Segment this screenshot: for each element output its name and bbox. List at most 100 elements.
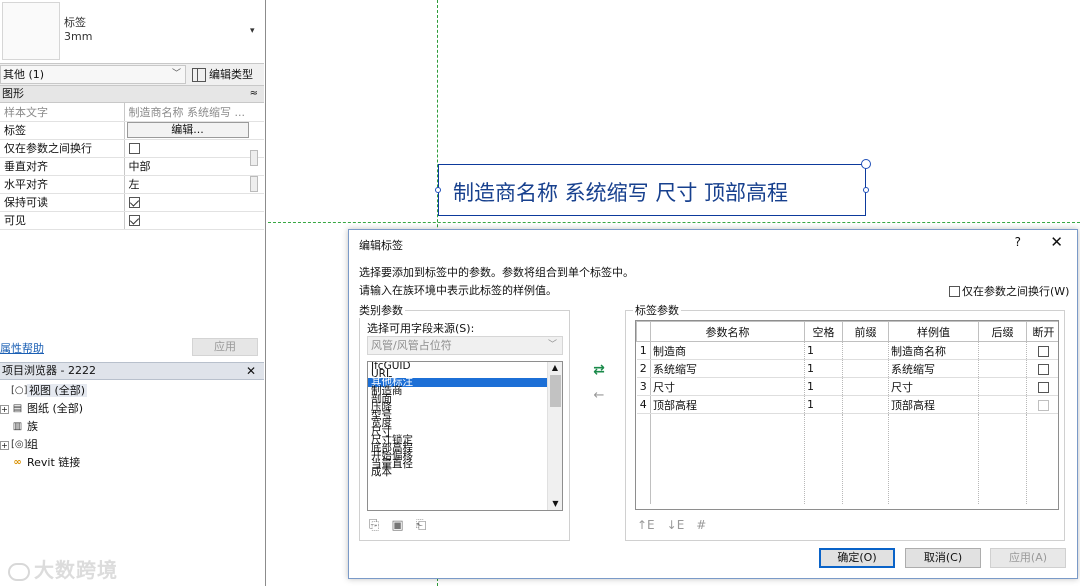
type-selector[interactable]: 标签 3mm ▾ [0, 0, 264, 64]
edit-parameter-icon[interactable]: ▣ [391, 518, 403, 533]
cell-name[interactable]: 制造商 [650, 341, 805, 360]
remove-parameter-arrow-icon[interactable]: ← [589, 388, 609, 403]
break-checkbox[interactable] [1038, 345, 1049, 357]
cell-sample[interactable]: 系统缩写 [888, 359, 979, 378]
field-list-item[interactable]: 型号 [368, 410, 562, 421]
cell-prefix[interactable] [842, 395, 889, 414]
table-row[interactable]: 2 系统缩写 1 系统缩写 [636, 359, 1058, 378]
rotate-handle-icon[interactable] [861, 159, 871, 169]
property-value[interactable]: 编辑... [124, 121, 264, 140]
cell-name[interactable]: 顶部高程 [650, 395, 805, 414]
cell-break[interactable] [1026, 359, 1058, 378]
field-list-item[interactable]: IfcGUID [368, 362, 562, 371]
table-row[interactable]: 1 制造商 1 制造商名称 [636, 341, 1058, 360]
cell-index: 2 [636, 359, 651, 378]
cell-suffix[interactable] [978, 395, 1027, 414]
scroll-up-icon[interactable]: ▲ [548, 362, 562, 374]
label-right-grip-icon[interactable] [863, 187, 869, 193]
edit-label-button[interactable]: 编辑... [126, 122, 249, 138]
browser-tree-item[interactable]: +▥族 [0, 418, 264, 436]
field-list-item[interactable]: 宽度 [368, 418, 562, 429]
property-value[interactable] [124, 211, 264, 230]
column-header: 参数名称 [650, 321, 805, 342]
property-checkbox[interactable] [128, 143, 140, 154]
table-row[interactable]: 3 尺寸 1 尺寸 [636, 377, 1058, 396]
break-checkbox[interactable] [1038, 399, 1049, 411]
browser-tree-label: Revit 链接 [27, 456, 81, 469]
field-list-item[interactable]: 压降 [368, 402, 562, 413]
type-preview-image [2, 2, 60, 60]
cell-space[interactable]: 1 [804, 395, 843, 414]
copy-parameter-icon[interactable]: ⎗ [416, 518, 426, 533]
close-icon[interactable]: ✕ [246, 363, 256, 379]
field-list-item[interactable]: 当量直径 [368, 459, 562, 470]
available-fields-list[interactable]: IfcGUID URL 其他标注 制造商 剖面 压降 型号 宽度 尺寸 尺寸锁定 底部高程 开始偏移当… [367, 361, 563, 511]
cell-sample[interactable]: 顶部高程 [888, 395, 979, 414]
cell-prefix[interactable] [842, 359, 889, 378]
scroll-down-icon[interactable]: ▼ [548, 498, 562, 510]
cell-break[interactable] [1026, 341, 1058, 360]
expand-icon[interactable]: + [0, 404, 9, 414]
cell-space[interactable]: 1 [804, 341, 843, 360]
cell-break[interactable] [1026, 395, 1058, 414]
expand-icon[interactable]: + [0, 440, 9, 450]
table-row[interactable]: 4 顶部高程 1 顶部高程 [636, 395, 1058, 414]
properties-help-link[interactable]: 属性帮助 [0, 340, 44, 356]
browser-tree-item[interactable]: +∞Revit 链接 [0, 454, 264, 472]
category-parameters-legend: 类别参数 [357, 302, 405, 318]
field-source-select[interactable]: 风管/风管占位符 ﹀ [367, 336, 563, 355]
cell-prefix[interactable] [842, 377, 889, 396]
collapse-icon[interactable]: ≈ [250, 86, 258, 102]
checkbox-box[interactable] [949, 285, 960, 297]
browser-tree-item[interactable]: + [◎]组 [0, 436, 264, 454]
tag-label-element[interactable]: 制造商名称 系统缩写 尺寸 顶部高程 [435, 159, 871, 216]
move-up-icon[interactable]: ↑E [637, 518, 655, 532]
property-checkbox[interactable] [128, 215, 140, 226]
browser-tree-item[interactable]: +[○]视图 (全部) [0, 382, 264, 400]
add-parameter-arrow-icon[interactable]: ⇄ [589, 362, 609, 378]
property-scrollbar[interactable] [250, 140, 258, 230]
break-checkbox[interactable] [1038, 363, 1049, 375]
cell-break[interactable] [1026, 377, 1058, 396]
field-list-scrollbar[interactable]: ▲ ▼ [547, 362, 562, 510]
format-parameter-icon[interactable]: # [696, 518, 706, 532]
move-down-icon[interactable]: ↓E [667, 518, 685, 532]
cell-suffix[interactable] [978, 359, 1027, 378]
property-group-header[interactable]: 图形 ≈ [0, 86, 264, 103]
cell-space[interactable]: 1 [804, 359, 843, 378]
field-list-item[interactable]: 制造商 [368, 385, 562, 396]
cell-name[interactable]: 系统缩写 [650, 359, 805, 378]
property-value[interactable]: 中部 [124, 157, 264, 176]
apply-button[interactable]: 应用(A) [990, 548, 1066, 568]
new-parameter-icon[interactable]: ⎘ [369, 518, 379, 533]
cell-suffix[interactable] [978, 341, 1027, 360]
property-value[interactable]: 制造商名称 系统缩写 ... [124, 103, 264, 122]
browser-tree-item[interactable]: + ▤ 图纸 (全部) [0, 400, 264, 418]
scroll-thumb[interactable] [550, 375, 561, 407]
edit-type-button[interactable]: 编辑类型 [192, 65, 253, 84]
cancel-button[interactable]: 取消(C) [905, 548, 981, 568]
help-icon[interactable]: ? [1015, 235, 1021, 249]
property-value[interactable] [124, 139, 264, 158]
label-left-grip-icon[interactable] [435, 187, 441, 193]
property-value[interactable]: 左 [124, 175, 264, 194]
break-checkbox[interactable] [1038, 381, 1049, 393]
empty-cell [978, 413, 1027, 504]
cell-sample[interactable]: 制造商名称 [888, 341, 979, 360]
cell-space[interactable]: 1 [804, 377, 843, 396]
instance-filter-select[interactable]: 其他 (1) ﹀ [0, 65, 186, 84]
edit-label-dialog: 编辑标签 ? ✕ 选择要添加到标签中的参数。参数将组合到单个标签中。 请输入在族… [348, 229, 1078, 579]
cell-sample[interactable]: 尺寸 [888, 377, 979, 396]
property-checkbox[interactable] [128, 197, 140, 208]
field-source-value: 风管/风管占位符 [371, 339, 452, 352]
close-icon[interactable]: ✕ [1050, 233, 1063, 251]
property-value[interactable] [124, 193, 264, 212]
cell-prefix[interactable] [842, 341, 889, 360]
type-size-label: 3mm [64, 30, 93, 43]
wrap-between-params-checkbox[interactable]: 仅在参数之间换行(W) [949, 283, 1069, 299]
cell-suffix[interactable] [978, 377, 1027, 396]
cell-name[interactable]: 尺寸 [650, 377, 805, 396]
type-dropdown-arrow-icon[interactable]: ▾ [250, 26, 255, 36]
properties-apply-button[interactable]: 应用 [192, 338, 258, 356]
ok-button[interactable]: 确定(O) [819, 548, 895, 568]
